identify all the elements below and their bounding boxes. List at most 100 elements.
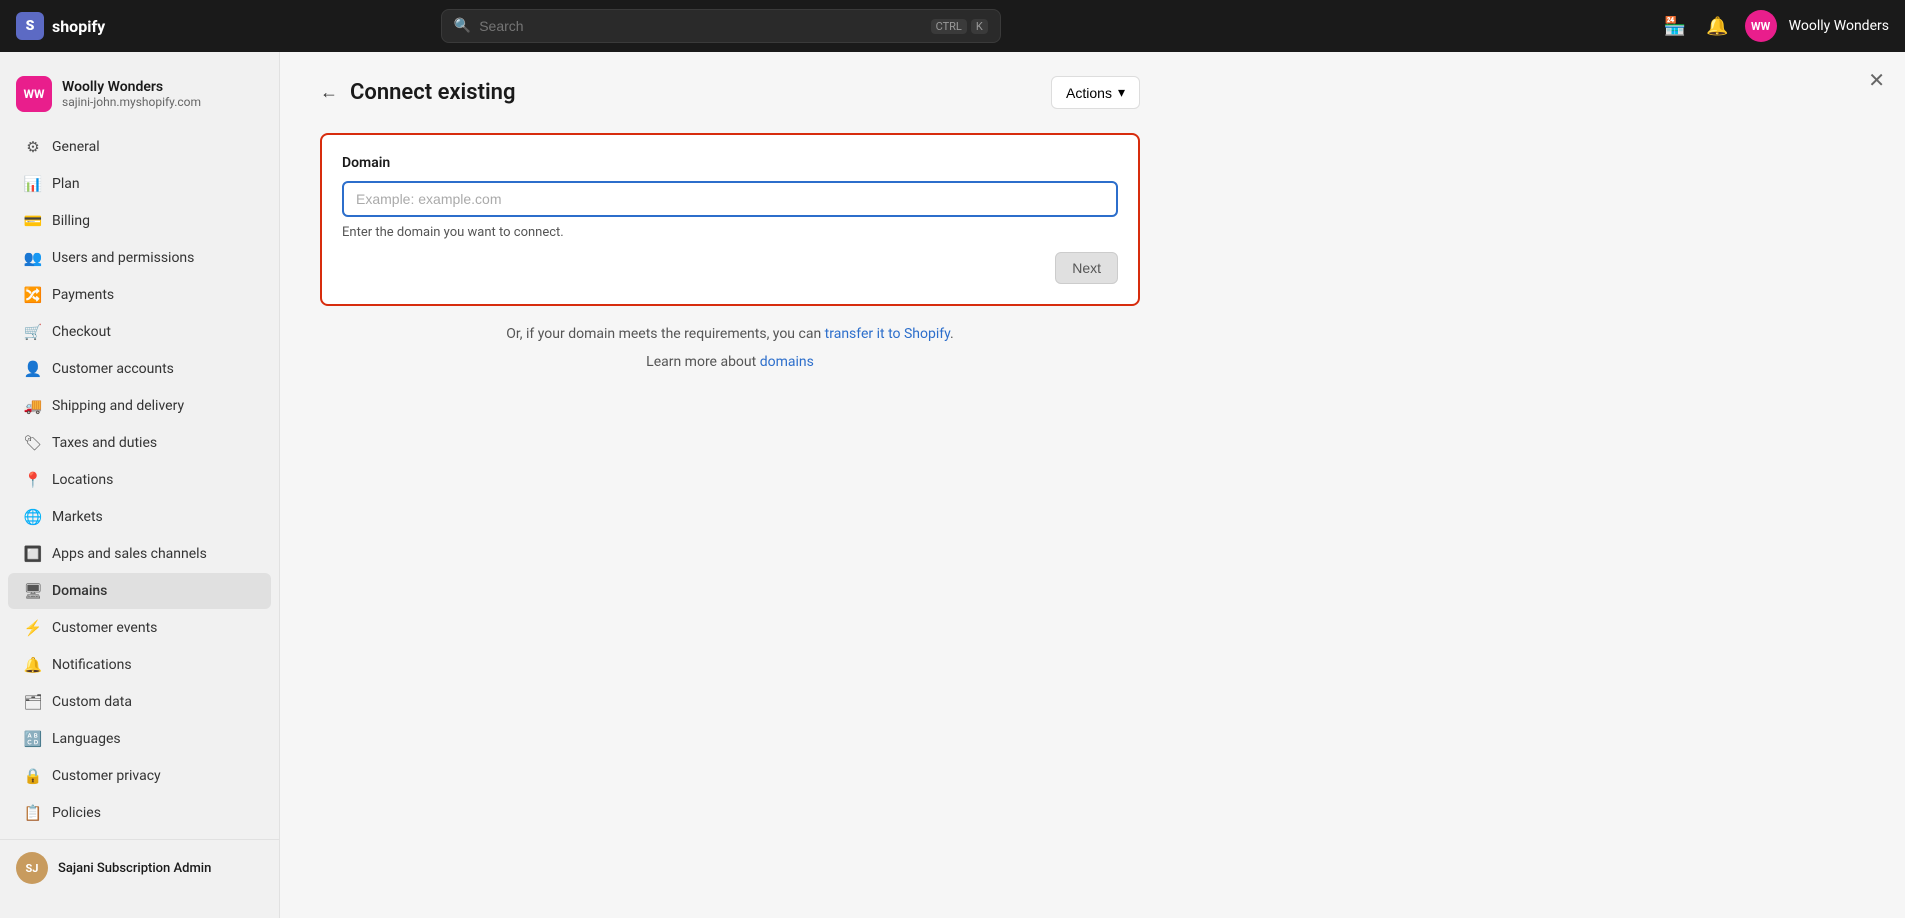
store-url: sajini-john.myshopify.com — [62, 95, 201, 109]
search-bar[interactable]: 🔍 CTRL K — [441, 9, 1001, 43]
next-btn-row: Next — [342, 252, 1118, 284]
transfer-link[interactable]: transfer it to Shopify — [825, 326, 950, 342]
domain-hint: Enter the domain you want to connect. — [342, 225, 1118, 240]
billing-icon: 💳 — [24, 212, 42, 230]
domain-label: Domain — [342, 155, 1118, 171]
main-layout: WW Woolly Wonders sajini-john.myshopify.… — [0, 52, 1905, 918]
topnav-actions: 🏪 🔔 WW Woolly Wonders — [1660, 10, 1889, 42]
sidebar-item-checkout[interactable]: 🛒 Checkout — [8, 314, 271, 350]
sidebar-item-label: Customer accounts — [52, 361, 174, 377]
back-button[interactable]: ← — [320, 82, 338, 103]
markets-icon: 🌐 — [24, 508, 42, 526]
shipping-icon: 🚚 — [24, 397, 42, 415]
search-shortcut-hint: CTRL K — [931, 19, 988, 34]
sidebar-footer: SJ Sajani Subscription Admin — [0, 839, 279, 896]
sidebar-item-locations[interactable]: 📍 Locations — [8, 462, 271, 498]
ctrl-key: CTRL — [931, 19, 967, 34]
sidebar-item-label: Locations — [52, 472, 113, 488]
page-header: ← Connect existing Actions ▾ — [320, 76, 1140, 109]
sidebar-item-markets[interactable]: 🌐 Markets — [8, 499, 271, 535]
sidebar-item-label: Taxes and duties — [52, 435, 157, 451]
sidebar-item-label: Domains — [52, 583, 107, 599]
general-icon: ⚙ — [24, 138, 42, 156]
page-container: ← Connect existing Actions ▾ Domain Ente… — [280, 52, 1180, 394]
main-content: ✕ ← Connect existing Actions ▾ Domain En… — [280, 52, 1905, 918]
sidebar-item-notifications[interactable]: 🔔 Notifications — [8, 647, 271, 683]
transfer-text: Or, if your domain meets the requirement… — [320, 326, 1140, 342]
k-key: K — [971, 19, 988, 34]
sidebar: WW Woolly Wonders sajini-john.myshopify.… — [0, 52, 280, 918]
domains-icon: 🖥 — [24, 582, 42, 600]
locations-icon: 📍 — [24, 471, 42, 489]
store-info: Woolly Wonders sajini-john.myshopify.com — [62, 79, 201, 109]
languages-icon: 🔠 — [24, 730, 42, 748]
apps-icon: 🔲 — [24, 545, 42, 563]
store-header: WW Woolly Wonders sajini-john.myshopify.… — [0, 68, 279, 128]
payments-icon: 🔀 — [24, 286, 42, 304]
footer-name: Sajani Subscription Admin — [58, 861, 211, 876]
customer-accounts-icon: 👤 — [24, 360, 42, 378]
sidebar-item-label: General — [52, 139, 100, 155]
sidebar-item-label: Customer events — [52, 620, 157, 636]
users-icon: 👥 — [24, 249, 42, 267]
store-avatar: WW — [16, 76, 52, 112]
sidebar-item-label: Plan — [52, 176, 80, 192]
sidebar-item-domains[interactable]: 🖥 Domains — [8, 573, 271, 609]
close-button[interactable]: ✕ — [1868, 68, 1885, 93]
search-input[interactable] — [479, 18, 922, 34]
sidebar-item-languages[interactable]: 🔠 Languages — [8, 721, 271, 757]
store-name: Woolly Wonders — [62, 79, 201, 95]
policies-icon: 📋 — [24, 804, 42, 822]
next-button[interactable]: Next — [1055, 252, 1118, 284]
shopify-logo: S shopify — [16, 12, 105, 40]
top-navigation: S shopify 🔍 CTRL K 🏪 🔔 WW Woolly Wonders — [0, 0, 1905, 52]
customer-events-icon: ⚡ — [24, 619, 42, 637]
sidebar-item-label: Markets — [52, 509, 103, 525]
actions-button[interactable]: Actions ▾ — [1051, 76, 1140, 109]
sidebar-item-label: Payments — [52, 287, 114, 303]
sidebar-item-payments[interactable]: 🔀 Payments — [8, 277, 271, 313]
custom-data-icon: 🗂 — [24, 693, 42, 711]
taxes-icon: 🏷 — [24, 434, 42, 452]
domain-input[interactable] — [342, 181, 1118, 217]
sidebar-item-label: Checkout — [52, 324, 111, 340]
page-title: Connect existing — [350, 80, 515, 105]
checkout-icon: 🛒 — [24, 323, 42, 341]
customer-privacy-icon: 🔒 — [24, 767, 42, 785]
sidebar-item-label: Customer privacy — [52, 768, 161, 784]
sidebar-item-label: Custom data — [52, 694, 132, 710]
notifications-icon: 🔔 — [24, 656, 42, 674]
sidebar-item-general[interactable]: ⚙ General — [8, 129, 271, 165]
sidebar-item-apps[interactable]: 🔲 Apps and sales channels — [8, 536, 271, 572]
sidebar-item-shipping[interactable]: 🚚 Shipping and delivery — [8, 388, 271, 424]
plan-icon: 📊 — [24, 175, 42, 193]
footer-avatar: SJ — [16, 852, 48, 884]
domains-link[interactable]: domains — [760, 354, 814, 370]
sidebar-item-customer-events[interactable]: ⚡ Customer events — [8, 610, 271, 646]
store-icon-button[interactable]: 🏪 — [1660, 12, 1690, 41]
sidebar-item-plan[interactable]: 📊 Plan — [8, 166, 271, 202]
nav-list: ⚙ General 📊 Plan 💳 Billing 👥 Users and permissi… — [0, 129, 279, 831]
sidebar-item-billing[interactable]: 💳 Billing — [8, 203, 271, 239]
sidebar-item-label: Shipping and delivery — [52, 398, 184, 414]
sidebar-item-label: Languages — [52, 731, 121, 747]
sidebar-item-label: Notifications — [52, 657, 132, 673]
shopify-bag-icon: S — [16, 12, 44, 40]
sidebar-item-taxes[interactable]: 🏷 Taxes and duties — [8, 425, 271, 461]
sidebar-item-policies[interactable]: 📋 Policies — [8, 795, 271, 831]
domain-card: Domain Enter the domain you want to conn… — [320, 133, 1140, 306]
notifications-bell-button[interactable]: 🔔 — [1702, 12, 1732, 41]
learn-more-text: Learn more about domains — [320, 354, 1140, 370]
search-icon: 🔍 — [454, 18, 471, 34]
sidebar-item-label: Billing — [52, 213, 90, 229]
topnav-store-name: Woolly Wonders — [1789, 18, 1889, 34]
sidebar-item-label: Policies — [52, 805, 101, 821]
avatar[interactable]: WW — [1745, 10, 1777, 42]
shopify-wordmark: shopify — [52, 17, 105, 36]
sidebar-item-users[interactable]: 👥 Users and permissions — [8, 240, 271, 276]
sidebar-item-custom-data[interactable]: 🗂 Custom data — [8, 684, 271, 720]
sidebar-item-customer-accounts[interactable]: 👤 Customer accounts — [8, 351, 271, 387]
sidebar-item-label: Users and permissions — [52, 250, 194, 266]
sidebar-item-customer-privacy[interactable]: 🔒 Customer privacy — [8, 758, 271, 794]
sidebar-item-label: Apps and sales channels — [52, 546, 207, 562]
